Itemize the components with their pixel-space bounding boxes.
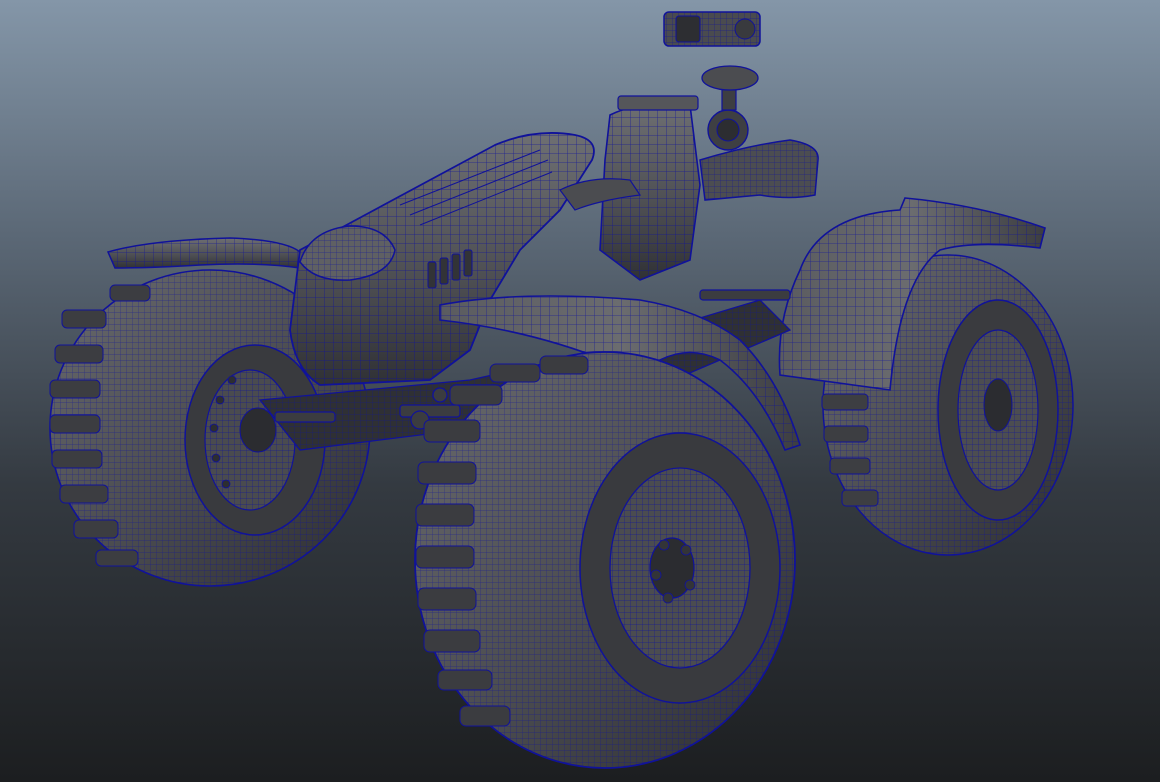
camera-mount[interactable]	[663, 11, 761, 111]
main-body[interactable]	[289, 132, 595, 386]
rear-left-fender[interactable]	[106, 237, 301, 269]
handlebar[interactable]	[699, 109, 819, 201]
seat-console[interactable]	[559, 95, 701, 281]
front-wheel[interactable]	[414, 351, 796, 769]
vehicle-model[interactable]	[0, 0, 1160, 782]
3d-viewport[interactable]	[0, 0, 1160, 782]
